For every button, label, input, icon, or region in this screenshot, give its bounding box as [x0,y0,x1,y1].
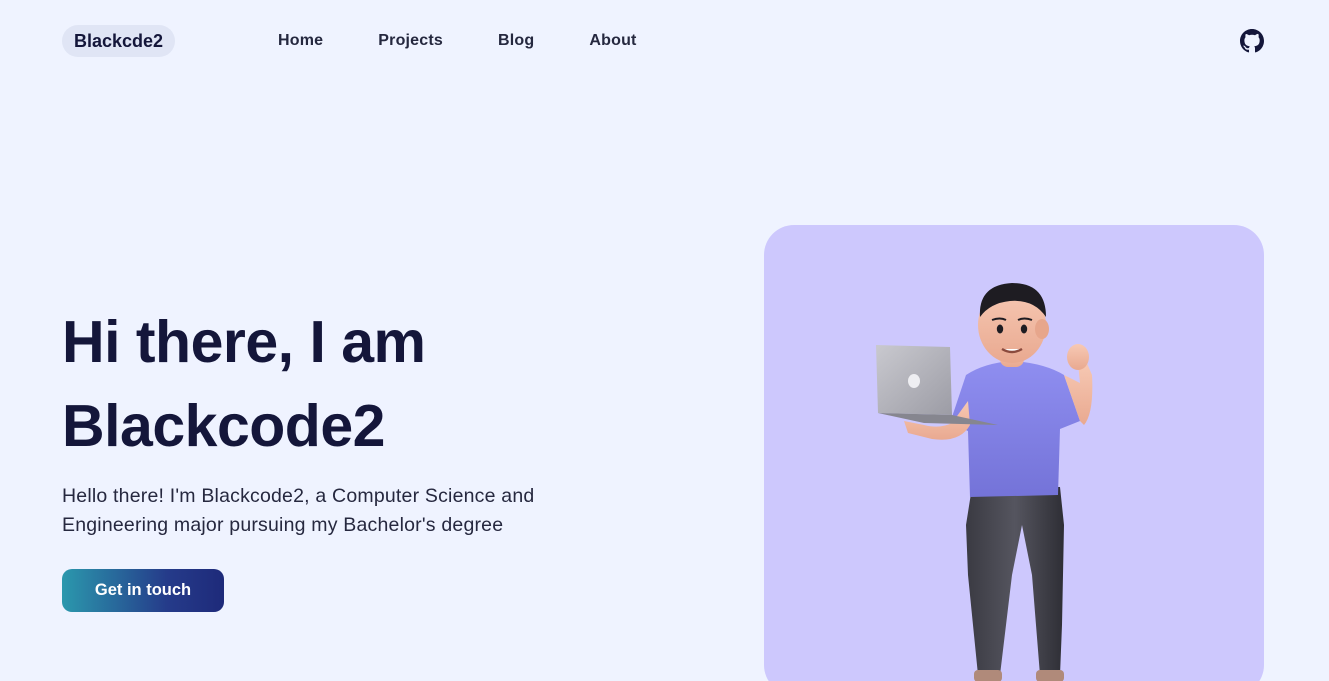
page: Blackcde2 Home Projects Blog About Hi th… [0,0,1329,681]
hero-title: Hi there, I am Blackcode2 [62,300,582,468]
hero-description: Hello there! I'm Blackcode2, a Computer … [62,485,535,536]
nav-item-blog[interactable]: Blog [498,29,534,53]
hero-title-line-2: Blackcode2 [62,393,385,459]
hero-illustration-card [764,225,1264,681]
hero-title-line-1: Hi there, I am [62,309,426,375]
character-illustration [876,283,1093,681]
brand-logo-button[interactable]: Blackcde2 [62,25,176,57]
nav-item-about[interactable]: About [589,29,636,53]
github-icon[interactable] [1240,29,1264,53]
nav-item-projects[interactable]: Projects [378,29,443,53]
nav-item-home[interactable]: Home [278,29,323,53]
get-in-touch-button[interactable]: Get in touch [62,569,224,612]
main-nav: Home Projects Blog About [278,29,637,53]
